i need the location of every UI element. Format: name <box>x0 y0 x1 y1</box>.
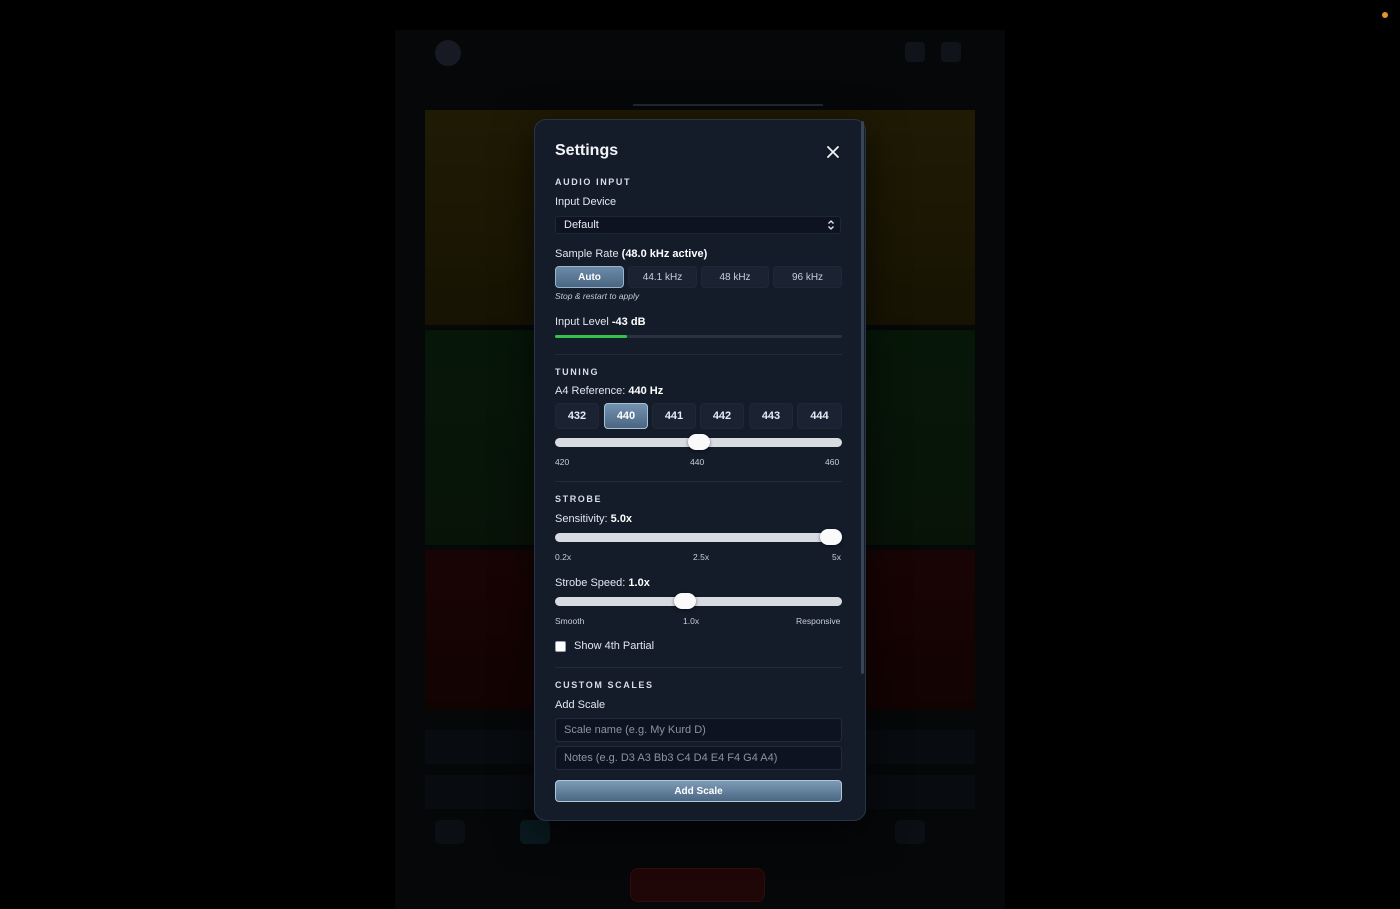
divider <box>555 481 842 482</box>
section-strobe: STROBE <box>555 494 603 504</box>
sensitivity-label: Sensitivity: 5.0x <box>555 513 632 525</box>
sensitivity-slider-thumb[interactable] <box>820 529 842 545</box>
close-icon <box>827 146 839 158</box>
background-chip <box>895 820 925 844</box>
a4-tick-mid: 440 <box>690 457 705 467</box>
a4-reference-label: A4 Reference: 440 Hz <box>555 385 663 397</box>
input-level-meter <box>555 335 842 338</box>
input-level-value: -43 dB <box>611 316 646 328</box>
a4-preset-443[interactable]: 443 <box>749 403 793 429</box>
strobe-speed-value: 1.0x <box>628 577 650 589</box>
strobe-speed-label: Strobe Speed: 1.0x <box>555 577 650 589</box>
close-button[interactable] <box>823 142 843 162</box>
show-4th-partial-label: Show 4th Partial <box>574 640 655 652</box>
a4-reference-value: 440 Hz <box>628 385 664 397</box>
strobe-speed-slider[interactable] <box>555 593 842 609</box>
background-header-button <box>941 42 961 62</box>
a4-preset-441[interactable]: 441 <box>652 403 696 429</box>
a4-reference-slider-thumb[interactable] <box>687 434 710 450</box>
section-tuning: TUNING <box>555 367 600 377</box>
divider <box>555 667 842 668</box>
strobe-speed-tick-min: Smooth <box>555 616 585 626</box>
background-header-button <box>905 42 925 62</box>
sample-rate-96k[interactable]: 96 kHz <box>773 266 842 288</box>
add-scale-button[interactable]: Add Scale <box>555 780 842 802</box>
show-4th-partial-checkbox[interactable] <box>555 641 566 652</box>
section-audio-input: AUDIO INPUT <box>555 177 632 187</box>
sample-rate-label-text: Sample Rate <box>555 248 619 260</box>
a4-tick-min: 420 <box>555 457 570 467</box>
background-tab-underline <box>633 104 823 106</box>
scale-notes-input[interactable] <box>555 746 842 770</box>
strobe-speed-label-text: Strobe Speed: <box>555 577 626 589</box>
sample-rate-active: (48.0 kHz active) <box>621 248 708 260</box>
background-header <box>395 30 1005 74</box>
input-device-label: Input Device <box>555 196 617 208</box>
background-chip <box>520 820 550 844</box>
input-device-select[interactable]: Default <box>555 216 841 234</box>
input-level-label-text: Input Level <box>555 316 609 328</box>
input-device-value: Default <box>564 219 599 231</box>
settings-modal: Settings AUDIO INPUT Input Device Defaul… <box>534 119 866 821</box>
scale-name-input[interactable] <box>555 718 842 742</box>
background-stop-button <box>630 868 765 902</box>
modal-scrollbar[interactable] <box>861 121 864 674</box>
a4-preset-432[interactable]: 432 <box>555 403 599 429</box>
strobe-speed-slider-thumb[interactable] <box>674 593 697 609</box>
window-top-bar <box>0 0 1400 30</box>
sensitivity-slider[interactable] <box>555 529 842 545</box>
a4-tick-max: 460 <box>825 457 840 467</box>
a4-preset-442[interactable]: 442 <box>700 403 744 429</box>
sensitivity-tick-max: 5x <box>832 552 841 562</box>
a4-preset-440[interactable]: 440 <box>604 403 648 429</box>
input-level-fill <box>555 335 627 338</box>
restart-hint: Stop & restart to apply <box>555 291 640 301</box>
background-tabs <box>425 80 975 108</box>
a4-preset-444[interactable]: 444 <box>797 403 842 429</box>
recording-indicator-icon <box>1382 12 1388 18</box>
strobe-speed-tick-max: Responsive <box>796 616 841 626</box>
sample-rate-auto[interactable]: Auto <box>555 266 624 288</box>
divider <box>555 354 842 355</box>
sensitivity-tick-min: 0.2x <box>555 552 572 562</box>
a4-reference-slider[interactable] <box>555 434 842 450</box>
sensitivity-label-text: Sensitivity: <box>555 513 608 525</box>
add-scale-label: Add Scale <box>555 699 606 711</box>
sample-rate-label: Sample Rate (48.0 kHz active) <box>555 248 707 260</box>
sample-rate-44k[interactable]: 44.1 kHz <box>628 266 697 288</box>
background-chip <box>435 820 465 844</box>
app-logo-icon <box>435 40 461 66</box>
sensitivity-value: 5.0x <box>610 513 633 525</box>
sample-rate-48k[interactable]: 48 kHz <box>701 266 769 288</box>
strobe-speed-tick-mid: 1.0x <box>683 616 700 626</box>
chevron-updown-icon <box>828 220 834 230</box>
a4-reference-label-text: A4 Reference: <box>555 385 626 397</box>
sensitivity-tick-mid: 2.5x <box>693 552 710 562</box>
section-custom-scales: CUSTOM SCALES <box>555 680 654 690</box>
modal-title: Settings <box>555 142 619 159</box>
input-level-label: Input Level -43 dB <box>555 316 646 328</box>
